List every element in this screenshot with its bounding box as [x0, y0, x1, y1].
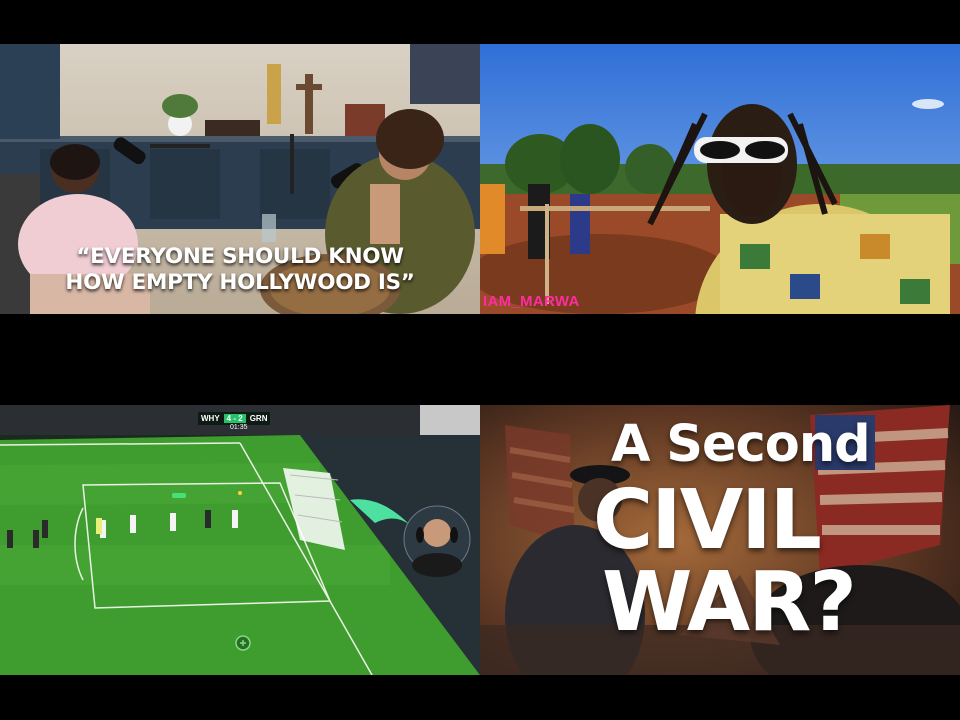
match-hud: WHY 4 - 2 GRN 01:35	[0, 405, 480, 431]
channel-watermark: IAM_MARWA	[483, 293, 580, 310]
podcast-caption-line-2: HOW EMPTY HOLLYWOOD IS”	[65, 270, 415, 295]
video-thumbnail-civil-war[interactable]: A Second CIVIL WAR?	[480, 405, 960, 675]
vlog-scene-image	[480, 44, 960, 314]
title-line-a-second: A Second	[611, 415, 871, 474]
video-thumbnail-football-game[interactable]: WHY 4 - 2 GRN 01:35	[0, 405, 480, 675]
video-thumbnail-vlog[interactable]: IAM_MARWA	[480, 44, 960, 314]
title-line-war: WAR?	[602, 555, 857, 650]
match-clock: 01:35	[230, 424, 248, 431]
home-team-label: WHY	[201, 414, 220, 423]
score-value: 4 - 2	[223, 414, 246, 423]
video-thumbnail-podcast[interactable]: “EVERYONE SHOULD KNOW HOW EMPTY HOLLYWOO…	[0, 44, 480, 314]
football-pitch-image	[0, 405, 480, 675]
video-grid-page: { "tiles": [ {"id":"tile-podcast","capti…	[0, 0, 960, 720]
away-team-label: GRN	[249, 414, 268, 423]
title-line-civil: CIVIL	[593, 473, 822, 568]
podcast-caption-line-1: “EVERYONE SHOULD KNOW	[76, 244, 404, 269]
